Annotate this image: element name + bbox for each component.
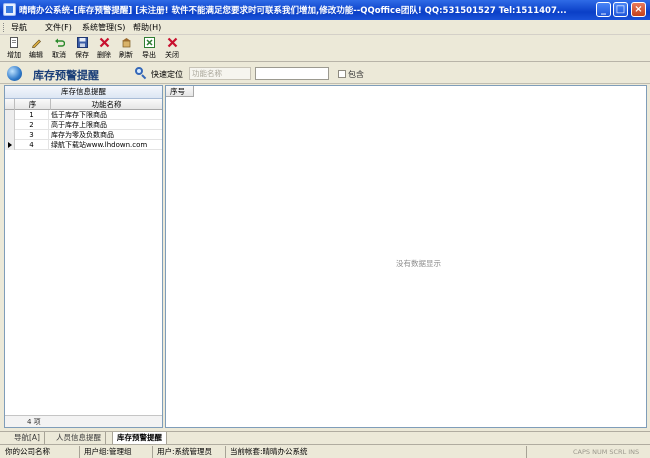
menu-help[interactable]: 帮助(H) <box>133 22 161 33</box>
export-icon <box>143 37 155 48</box>
row-indicator <box>5 110 15 120</box>
save-disk-icon <box>76 37 88 48</box>
globe-icon <box>7 66 22 81</box>
close-button[interactable]: 关闭 <box>162 37 182 61</box>
table-row[interactable]: 1 低于库存下限商品 <box>5 110 162 120</box>
quick-locate-label: 快速定位 <box>151 70 183 79</box>
undo-arrow-icon <box>54 37 65 48</box>
add-button[interactable]: 增加 <box>4 37 24 61</box>
empty-message: 没有数据显示 <box>396 259 441 268</box>
status-account: 当前帐套:晴晴办公系统 <box>227 446 527 458</box>
close-label: 关闭 <box>165 51 179 59</box>
app-icon <box>3 3 16 16</box>
contain-label: 包含 <box>348 70 364 79</box>
close-x-icon <box>167 37 178 48</box>
cancel-button[interactable]: 取消 <box>49 37 69 61</box>
search-icon <box>135 67 147 80</box>
title-bar: 晴晴办公系统-[库存预警提醒] [未注册! 软件不能满足您要求时可联系我们增加,… <box>0 0 650 20</box>
bottom-tab-bar: 导航[A] 人员信息提醒 库存预警提醒 <box>0 431 650 444</box>
save-button[interactable]: 保存 <box>72 37 92 61</box>
menu-bar: 导航 文件(F) 系统管理(S) 帮助(H) <box>0 20 650 35</box>
row-indicator-header <box>5 99 15 110</box>
tab-personnel-reminder[interactable]: 人员信息提醒 <box>52 432 106 444</box>
status-keyboard-indicators: CAPS NUM SCRL INS <box>573 448 640 456</box>
left-panel-footer: 4 项 <box>5 415 162 427</box>
refresh-button[interactable]: 刷新 <box>116 37 136 61</box>
right-panel: 序号 没有数据显示 <box>165 85 647 428</box>
current-row-arrow-icon <box>5 140 15 150</box>
page-title: 库存预警提醒 <box>33 69 99 82</box>
row-index: 3 <box>15 130 49 140</box>
column-header-index[interactable]: 序 <box>15 99 51 110</box>
window-title: 晴晴办公系统-[库存预警提醒] [未注册! 软件不能满足您要求时可联系我们增加,… <box>19 6 567 16</box>
left-grid-header: 序 功能名称 <box>5 99 162 110</box>
left-panel: 库存信息提醒 序 功能名称 1 低于库存下限商品 2 高于库存上限商品 3 库存… <box>4 85 163 428</box>
maximize-button[interactable]: □ <box>613 2 628 17</box>
edit-pencil-icon <box>31 37 42 48</box>
minimize-button[interactable]: _ <box>596 2 611 17</box>
delete-x-icon <box>99 37 110 48</box>
add-document-icon <box>9 37 20 48</box>
add-label: 增加 <box>7 51 21 59</box>
row-count: 4 项 <box>27 418 41 426</box>
delete-button[interactable]: 删除 <box>94 37 114 61</box>
status-bar: 你的公司名称 用户组:管理组 用户:系统管理员 当前帐套:晴晴办公系统 CAPS… <box>0 444 650 458</box>
search-field-select[interactable]: 功能名称 <box>189 67 251 80</box>
tab-navigation[interactable]: 导航[A] <box>10 432 45 444</box>
refresh-label: 刷新 <box>119 51 133 59</box>
table-row-selected[interactable]: 4 绿航下载站www.lhdown.com <box>5 140 162 150</box>
column-header-serial[interactable]: 序号 <box>166 86 194 97</box>
delete-label: 删除 <box>97 51 111 59</box>
row-name: 库存为零及负数商品 <box>51 131 114 139</box>
left-panel-title: 库存信息提醒 <box>5 86 162 99</box>
row-index: 2 <box>15 120 49 130</box>
row-name: 低于库存下限商品 <box>51 111 107 119</box>
column-header-name[interactable]: 功能名称 <box>51 99 162 110</box>
export-label: 导出 <box>142 51 156 59</box>
edit-label: 编辑 <box>29 51 43 59</box>
tab-inventory-warning[interactable]: 库存预警提醒 <box>112 432 167 444</box>
close-window-button[interactable]: × <box>631 2 646 17</box>
row-indicator <box>5 120 15 130</box>
table-row[interactable]: 3 库存为零及负数商品 <box>5 130 162 140</box>
row-name: 高于库存上限商品 <box>51 121 107 129</box>
status-company: 你的公司名称 <box>2 446 80 458</box>
row-indicator <box>5 130 15 140</box>
save-label: 保存 <box>75 51 89 59</box>
status-user-group: 用户组:管理组 <box>81 446 153 458</box>
row-name: 绿航下载站www.lhdown.com <box>51 141 148 149</box>
menu-system-management[interactable]: 系统管理(S) <box>82 22 125 33</box>
row-index: 1 <box>15 110 49 120</box>
table-row[interactable]: 2 高于库存上限商品 <box>5 120 162 130</box>
contain-checkbox[interactable] <box>338 70 346 78</box>
menu-grip-handle[interactable] <box>3 23 6 32</box>
refresh-icon <box>121 37 132 48</box>
cancel-label: 取消 <box>52 51 66 59</box>
menu-navigation[interactable]: 导航 <box>11 22 27 33</box>
menu-file[interactable]: 文件(F) <box>45 22 72 33</box>
edit-button[interactable]: 编辑 <box>26 37 46 61</box>
toolbar: 增加 编辑 取消 保存 删除 刷新 导出 关闭 <box>0 35 650 62</box>
status-user: 用户:系统管理员 <box>154 446 226 458</box>
row-index: 4 <box>15 140 49 150</box>
header-strip: 库存预警提醒 快速定位 功能名称 包含 <box>0 62 650 84</box>
export-button[interactable]: 导出 <box>139 37 159 61</box>
search-input[interactable] <box>255 67 329 80</box>
